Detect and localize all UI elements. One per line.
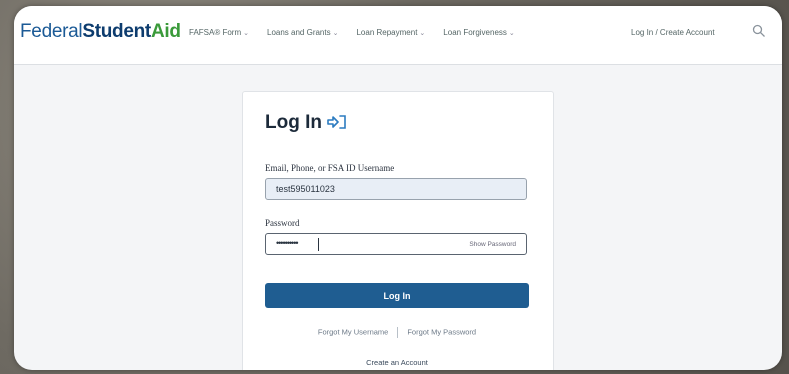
nav-label: Loans and Grants: [267, 28, 331, 37]
password-label: Password: [265, 218, 300, 228]
sign-in-icon: [327, 115, 346, 129]
link-divider: [397, 327, 399, 338]
password-value: ••••••••••: [276, 238, 298, 248]
chevron-down-icon: ⌄: [419, 30, 426, 37]
forgot-password-link[interactable]: Forgot My Password: [407, 327, 476, 336]
forgot-username-link[interactable]: Forgot My Username: [318, 327, 388, 336]
federal-student-aid-logo[interactable]: FederalStudentAid: [20, 21, 181, 43]
username-field[interactable]: test595011023: [265, 178, 527, 200]
password-field[interactable]: •••••••••• Show Password: [265, 233, 527, 255]
login-button[interactable]: Log In: [265, 283, 529, 308]
nav-item-loans-and-grants[interactable]: Loans and Grants ⌄: [267, 28, 338, 37]
logo-part-student: Student: [82, 21, 151, 42]
username-value: test595011023: [276, 184, 335, 194]
create-account-link[interactable]: Create an Account: [265, 358, 529, 367]
nav-label: FAFSA® Form: [189, 28, 242, 37]
nav-label: Loan Forgiveness: [443, 28, 507, 37]
nav-item-loan-forgiveness[interactable]: Loan Forgiveness ⌄: [443, 28, 514, 37]
show-password-toggle[interactable]: Show Password: [469, 241, 516, 248]
search-icon[interactable]: [752, 24, 766, 38]
username-label: Email, Phone, or FSA ID Username: [265, 163, 395, 173]
chevron-down-icon: ⌄: [332, 30, 339, 37]
browser-viewport: FederalStudentAid FAFSA® Form ⌄ Loans and…: [14, 6, 782, 370]
chevron-down-icon: ⌄: [508, 30, 515, 37]
nav-label: Loan Repayment: [356, 28, 418, 37]
login-create-account-link[interactable]: Log In / Create Account: [631, 28, 715, 37]
nav-item-loan-repayment[interactable]: Loan Repayment ⌄: [356, 28, 425, 37]
logo-part-federal: Federal: [20, 21, 83, 42]
login-card: Log In Email, Phone, or FSA ID Username …: [242, 91, 554, 370]
main-nav: FAFSA® Form ⌄ Loans and Grants ⌄ Loan Repa…: [189, 28, 515, 37]
text-cursor: [318, 238, 319, 251]
forgot-links: Forgot My Username Forgot My Password: [265, 327, 529, 338]
chevron-down-icon: ⌄: [243, 30, 249, 37]
nav-item-fafsa-form[interactable]: FAFSA® Form ⌄: [189, 28, 249, 37]
page-title: Log In: [265, 112, 322, 133]
logo-part-aid: Aid: [150, 21, 181, 42]
site-header: FederalStudentAid FAFSA® Form ⌄ Loans and…: [14, 6, 782, 65]
